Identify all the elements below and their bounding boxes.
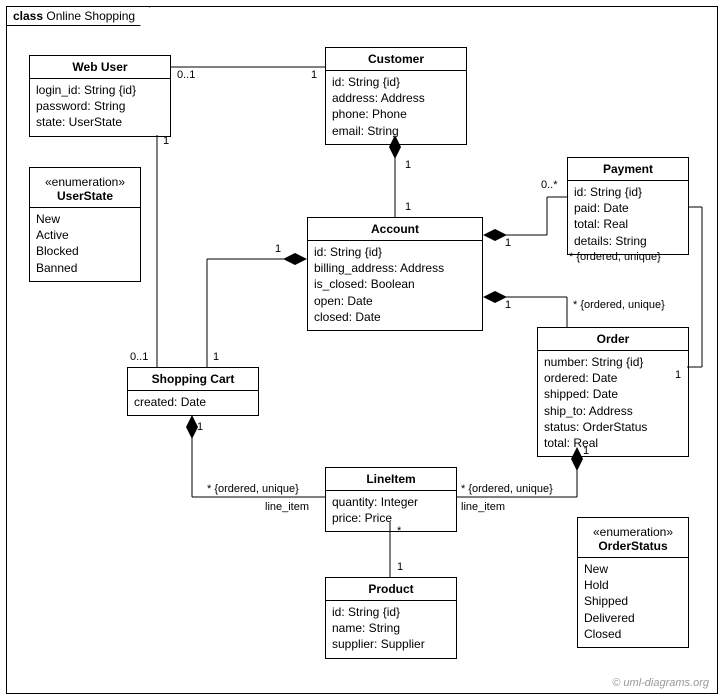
attr: billing_address: Address — [314, 260, 476, 276]
attr: open: Date — [314, 293, 476, 309]
mult: 1 — [397, 561, 403, 573]
class-header: «enumeration» UserState — [30, 168, 140, 208]
class-vals: New Hold Shipped Delivered Closed — [578, 558, 688, 647]
val: New — [584, 561, 682, 577]
mult: 1 — [163, 135, 169, 147]
attr: id: String {id} — [332, 74, 460, 90]
mult: 1 — [675, 369, 681, 381]
class-vals: New Active Blocked Banned — [30, 208, 140, 281]
attr: login_id: String {id} — [36, 82, 164, 98]
attr: password: String — [36, 98, 164, 114]
attr: quantity: Integer — [332, 494, 450, 510]
class-attrs: id: String {id} address: Address phone: … — [326, 71, 466, 144]
mult: 1 — [405, 159, 411, 171]
attr: name: String — [332, 620, 450, 636]
attr: paid: Date — [574, 200, 682, 216]
class-name: OrderStatus — [598, 539, 667, 553]
mult: 1 — [311, 69, 317, 81]
class-name: LineItem — [326, 468, 456, 491]
class-shoppingcart: Shopping Cart created: Date — [127, 367, 259, 416]
val: Blocked — [36, 243, 134, 259]
val: New — [36, 211, 134, 227]
mult: * {ordered, unique} — [461, 483, 553, 495]
attr: total: Real — [544, 435, 682, 451]
class-name: Account — [308, 218, 482, 241]
mult: 1 — [505, 299, 511, 311]
class-userstate: «enumeration» UserState New Active Block… — [29, 167, 141, 282]
class-customer: Customer id: String {id} address: Addres… — [325, 47, 467, 145]
frame-title-tab: class Online Shopping — [6, 6, 150, 26]
attr: id: String {id} — [574, 184, 682, 200]
attr: id: String {id} — [314, 244, 476, 260]
class-name: Order — [538, 328, 688, 351]
val: Delivered — [584, 610, 682, 626]
mult: 1 — [197, 421, 203, 433]
mult: * — [397, 525, 401, 537]
class-attrs: quantity: Integer price: Price — [326, 491, 456, 531]
mult: 0..1 — [177, 69, 195, 81]
frame-title: Online Shopping — [46, 9, 135, 23]
class-name: Shopping Cart — [128, 368, 258, 391]
mult: * {ordered, unique} — [573, 299, 643, 311]
val: Shipped — [584, 593, 682, 609]
class-attrs: id: String {id} name: String supplier: S… — [326, 601, 456, 658]
credit: © uml-diagrams.org — [612, 677, 709, 689]
val: Banned — [36, 260, 134, 276]
class-name: Customer — [326, 48, 466, 71]
val: Hold — [584, 577, 682, 593]
diagram-frame: class Online Shopping Web User login_id:… — [6, 6, 718, 694]
mult: 0..* — [541, 179, 558, 191]
attr: address: Address — [332, 90, 460, 106]
role: line_item — [461, 501, 505, 513]
mult: * {ordered, unique} — [207, 483, 299, 495]
class-attrs: id: String {id} billing_address: Address… — [308, 241, 482, 330]
class-name: Web User — [30, 56, 170, 79]
val: Closed — [584, 626, 682, 642]
class-name: UserState — [57, 189, 113, 203]
stereotype: «enumeration» — [36, 172, 134, 189]
class-header: «enumeration» OrderStatus — [578, 518, 688, 558]
attr: closed: Date — [314, 309, 476, 325]
class-orderstatus: «enumeration» OrderStatus New Hold Shipp… — [577, 517, 689, 648]
attr: total: Real — [574, 216, 682, 232]
mult: 0..1 — [130, 351, 148, 363]
attr: supplier: Supplier — [332, 636, 450, 652]
val: Active — [36, 227, 134, 243]
class-account: Account id: String {id} billing_address:… — [307, 217, 483, 331]
attr: is_closed: Boolean — [314, 276, 476, 292]
class-payment: Payment id: String {id} paid: Date total… — [567, 157, 689, 255]
class-name: Product — [326, 578, 456, 601]
mult: 1 — [583, 445, 589, 457]
mult: 1 — [505, 237, 511, 249]
attr: status: OrderStatus — [544, 419, 682, 435]
frame-keyword: class — [13, 9, 43, 23]
class-name: Payment — [568, 158, 688, 181]
attr: created: Date — [134, 394, 252, 410]
attr: ordered: Date — [544, 370, 682, 386]
attr: price: Price — [332, 510, 450, 526]
class-order: Order number: String {id} ordered: Date … — [537, 327, 689, 457]
mult: 1 — [275, 243, 281, 255]
attr: id: String {id} — [332, 604, 450, 620]
attr: email: String — [332, 123, 460, 139]
class-attrs: number: String {id} ordered: Date shippe… — [538, 351, 688, 456]
attr: phone: Phone — [332, 106, 460, 122]
mult: 1 — [405, 201, 411, 213]
attr: number: String {id} — [544, 354, 682, 370]
attr: details: String — [574, 233, 682, 249]
mult: 1 — [213, 351, 219, 363]
class-webuser: Web User login_id: String {id} password:… — [29, 55, 171, 137]
attr: ship_to: Address — [544, 403, 682, 419]
class-product: Product id: String {id} name: String sup… — [325, 577, 457, 659]
class-lineitem: LineItem quantity: Integer price: Price — [325, 467, 457, 532]
mult: * {ordered, unique} — [569, 251, 661, 263]
class-attrs: id: String {id} paid: Date total: Real d… — [568, 181, 688, 254]
class-attrs: login_id: String {id} password: String s… — [30, 79, 170, 136]
class-attrs: created: Date — [128, 391, 258, 415]
role: line_item — [265, 501, 309, 513]
attr: shipped: Date — [544, 386, 682, 402]
attr: state: UserState — [36, 114, 164, 130]
stereotype: «enumeration» — [584, 522, 682, 539]
